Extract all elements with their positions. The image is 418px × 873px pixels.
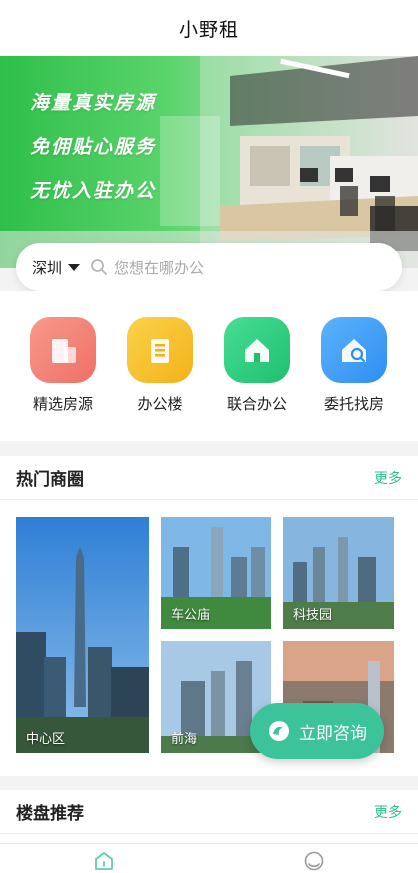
chat-icon — [269, 721, 289, 741]
quick-item-label: 精选房源 — [32, 395, 93, 413]
search-icon — [91, 259, 107, 275]
area-label: 前海 — [171, 732, 198, 747]
area-photo — [16, 517, 149, 753]
hero-banner[interactable]: 海量真实房源 免佣贴心服务 无忧入驻办公 — [0, 56, 418, 268]
area-tile-center[interactable]: 中心区 — [16, 517, 149, 753]
house-search-icon — [321, 317, 387, 383]
quick-entry-grid: 精选房源 办公楼 联合办公 委托找房 — [0, 291, 418, 441]
search-bar[interactable]: 深圳 您想在哪办公 — [16, 243, 402, 291]
section-header: 楼盘推荐 更多 — [0, 790, 418, 834]
area-tile-tech-park[interactable]: 科技园 — [283, 517, 394, 629]
profile-tab-icon[interactable] — [303, 850, 325, 872]
house-icon — [224, 317, 290, 383]
quick-item-label: 委托找房 — [323, 395, 384, 413]
home-tab-icon[interactable] — [93, 850, 115, 872]
banner-slogan-3: 无忧入驻办公 — [30, 180, 157, 202]
section-header: 热门商圈 更多 — [0, 456, 418, 500]
tab-bar — [0, 843, 418, 873]
quick-item-coworking[interactable]: 联合办公 — [209, 317, 305, 414]
area-tile-chegongmiao[interactable]: 车公庙 — [161, 517, 271, 629]
caret-down-icon[interactable] — [68, 263, 81, 271]
search-input[interactable]: 您想在哪办公 — [114, 257, 204, 278]
banner-slogan-2: 免佣贴心服务 — [30, 136, 157, 158]
more-link[interactable]: 更多 — [374, 468, 402, 488]
consult-button[interactable]: 立即咨询 — [250, 703, 384, 759]
quick-item-label: 办公楼 — [137, 395, 183, 413]
quick-item-entrust[interactable]: 委托找房 — [306, 317, 402, 414]
section-title: 楼盘推荐 — [16, 804, 84, 824]
quick-item-office[interactable]: 办公楼 — [112, 317, 208, 414]
quick-item-featured[interactable]: 精选房源 — [15, 317, 111, 414]
consult-button-label: 立即咨询 — [299, 723, 367, 744]
building-icon — [30, 317, 96, 383]
page-title: 小野租 — [178, 18, 239, 41]
area-label: 中心区 — [26, 732, 66, 747]
nav-bar: 小野租 — [0, 0, 418, 56]
area-label: 车公庙 — [171, 608, 211, 623]
recommend-section: 楼盘推荐 更多 — [0, 790, 418, 843]
section-title: 热门商圈 — [16, 470, 84, 490]
more-link[interactable]: 更多 — [374, 802, 402, 822]
office-icon — [127, 317, 193, 383]
quick-item-label: 联合办公 — [226, 395, 287, 413]
area-label: 科技园 — [293, 608, 333, 623]
banner-slogan-1: 海量真实房源 — [30, 92, 157, 114]
city-selector[interactable]: 深圳 — [32, 257, 62, 278]
